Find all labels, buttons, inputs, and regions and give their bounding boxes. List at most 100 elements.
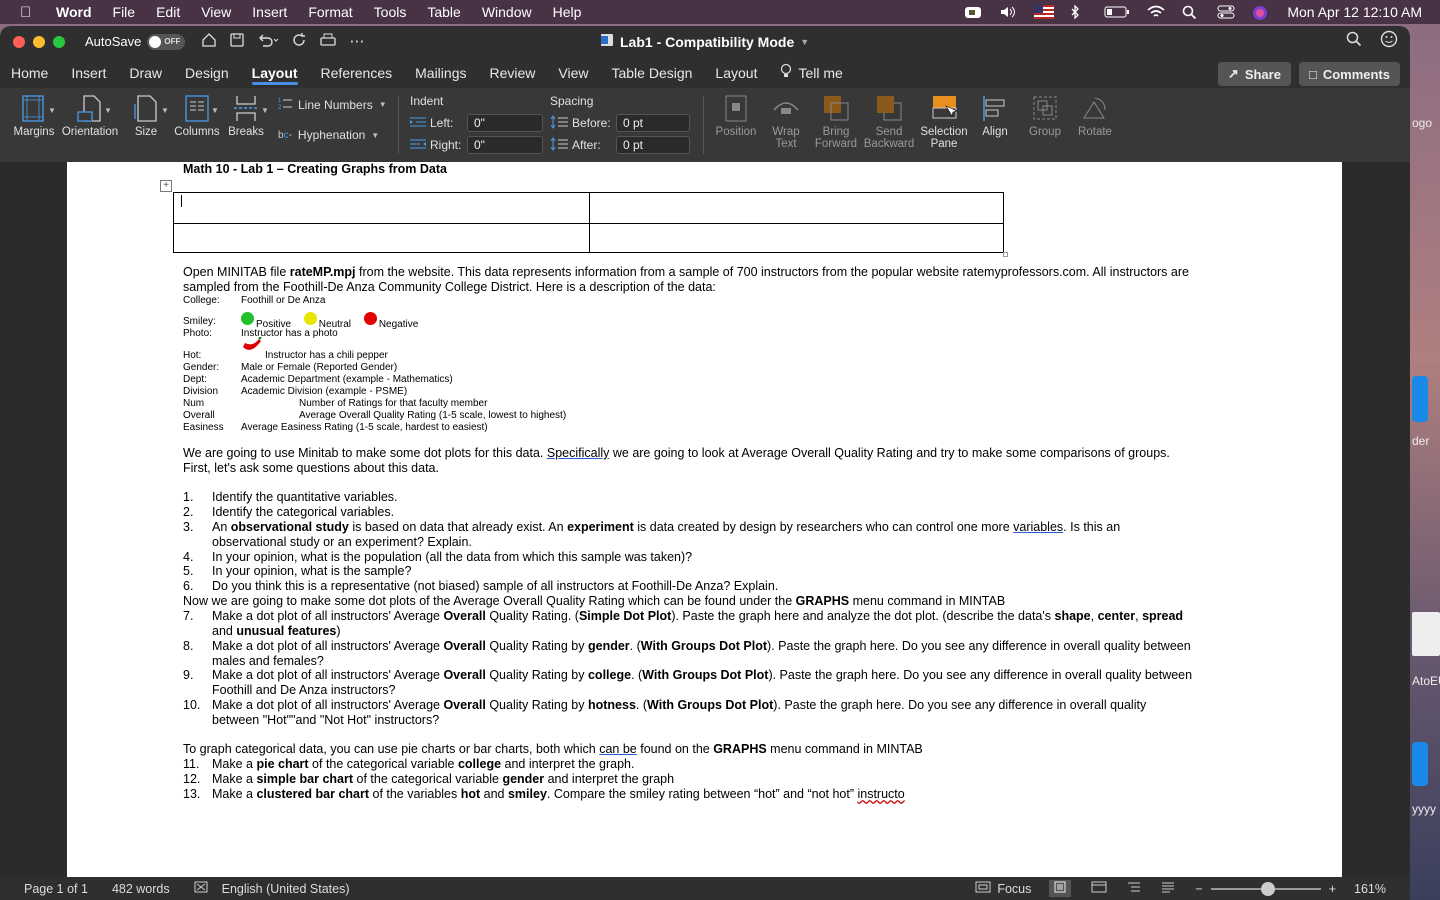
menu-file[interactable]: File bbox=[113, 4, 136, 20]
zoom-level[interactable]: 161% bbox=[1354, 882, 1386, 896]
tell-me[interactable]: Tell me bbox=[780, 57, 843, 88]
home-icon[interactable] bbox=[201, 32, 217, 52]
comments-button[interactable]: □ Comments bbox=[1298, 62, 1400, 86]
send-backward-button[interactable]: Send Backward bbox=[862, 94, 916, 150]
position-button[interactable]: Position bbox=[712, 94, 760, 138]
table-move-handle-icon[interactable]: + bbox=[160, 180, 172, 192]
focus-icon[interactable] bbox=[975, 881, 991, 896]
minimize-window-button[interactable] bbox=[33, 35, 45, 48]
margins-button[interactable]: Margins bbox=[12, 94, 56, 138]
desktop-thumbnail[interactable] bbox=[1412, 612, 1440, 656]
group-button[interactable]: Group bbox=[1024, 94, 1066, 138]
wifi-icon[interactable] bbox=[1147, 5, 1165, 19]
search-icon[interactable] bbox=[1346, 31, 1362, 52]
document-page[interactable]: Math 10 - Lab 1 – Creating Graphs from D… bbox=[67, 162, 1342, 877]
print-icon[interactable] bbox=[319, 32, 337, 52]
siri-icon[interactable] bbox=[1252, 5, 1270, 20]
tab-mailings[interactable]: Mailings bbox=[415, 57, 466, 88]
web-layout-icon[interactable] bbox=[1091, 881, 1107, 896]
draft-icon[interactable] bbox=[1161, 881, 1175, 896]
word-count[interactable]: 482 words bbox=[112, 882, 170, 896]
undo-icon[interactable] bbox=[257, 32, 279, 52]
tab-table-design[interactable]: Table Design bbox=[611, 57, 692, 88]
close-window-button[interactable] bbox=[13, 35, 25, 48]
hyphenation-button[interactable]: bc- Hyphenation ▼ bbox=[278, 128, 379, 142]
tab-layout[interactable]: Layout bbox=[251, 57, 298, 88]
apple-icon[interactable]:  bbox=[20, 4, 42, 21]
menubar-clock[interactable]: Mon Apr 12 12:10 AM bbox=[1287, 4, 1422, 20]
indent-right-input[interactable]: 0" bbox=[467, 136, 543, 154]
zoom-in-icon[interactable]: + bbox=[1329, 882, 1336, 896]
tab-references[interactable]: References bbox=[321, 57, 393, 88]
save-icon[interactable] bbox=[229, 32, 245, 52]
menu-help[interactable]: Help bbox=[553, 4, 582, 20]
desktop-label: yyyy bbox=[1412, 802, 1436, 816]
menu-table[interactable]: Table bbox=[427, 4, 460, 20]
redo-icon[interactable] bbox=[291, 32, 307, 52]
tab-insert[interactable]: Insert bbox=[71, 57, 106, 88]
page-count[interactable]: Page 1 of 1 bbox=[24, 882, 88, 896]
margins-caret-icon[interactable]: ▼ bbox=[48, 106, 56, 115]
align-button[interactable]: Align bbox=[974, 94, 1016, 138]
chevron-down-icon[interactable]: ▼ bbox=[800, 37, 809, 47]
bring-forward-button[interactable]: Bring Forward bbox=[812, 94, 860, 150]
menu-view[interactable]: View bbox=[201, 4, 231, 20]
proofing-icon[interactable] bbox=[194, 881, 210, 896]
focus-label[interactable]: Focus bbox=[997, 882, 1031, 896]
document-heading: Math 10 - Lab 1 – Creating Graphs from D… bbox=[183, 162, 447, 176]
desktop-item[interactable] bbox=[1412, 376, 1428, 422]
columns-button[interactable]: Columns bbox=[174, 94, 220, 138]
wrap-text-button[interactable]: Wrap Text bbox=[764, 94, 808, 150]
tab-table-layout[interactable]: Layout bbox=[715, 57, 757, 88]
tab-home[interactable]: Home bbox=[11, 57, 48, 88]
outline-icon[interactable] bbox=[1127, 881, 1141, 896]
menu-tools[interactable]: Tools bbox=[374, 4, 407, 20]
control-center-icon[interactable] bbox=[1217, 5, 1235, 19]
orientation-button[interactable]: Orientation bbox=[60, 94, 120, 138]
spacing-before-input[interactable]: 0 pt bbox=[616, 114, 690, 132]
header-table[interactable] bbox=[173, 192, 1004, 253]
volume-icon[interactable] bbox=[999, 5, 1017, 19]
menu-format[interactable]: Format bbox=[308, 4, 352, 20]
bring-forward-label: Bring Forward bbox=[814, 126, 858, 150]
share-button[interactable]: ↗ Share bbox=[1217, 62, 1291, 86]
table-resize-handle-icon[interactable] bbox=[1003, 252, 1008, 257]
us-flag-icon[interactable] bbox=[1034, 5, 1055, 19]
tab-draw[interactable]: Draw bbox=[129, 57, 162, 88]
menu-window[interactable]: Window bbox=[482, 4, 532, 20]
rotate-button[interactable]: Rotate bbox=[1074, 94, 1116, 138]
facetime-icon[interactable] bbox=[964, 5, 982, 19]
desktop-item[interactable] bbox=[1412, 742, 1428, 786]
indent-left-input[interactable]: 0" bbox=[467, 114, 543, 132]
orientation-caret-icon[interactable]: ▼ bbox=[104, 106, 112, 115]
size-button[interactable]: Size bbox=[128, 94, 164, 138]
spotlight-icon[interactable] bbox=[1182, 5, 1200, 20]
menu-app-word[interactable]: Word bbox=[56, 4, 92, 20]
menu-insert[interactable]: Insert bbox=[252, 4, 287, 20]
columns-caret-icon[interactable]: ▼ bbox=[211, 106, 219, 115]
tab-review[interactable]: Review bbox=[489, 57, 535, 88]
menu-edit[interactable]: Edit bbox=[156, 4, 180, 20]
tab-design[interactable]: Design bbox=[185, 57, 229, 88]
ribbon-separator bbox=[398, 96, 399, 154]
zoom-out-icon[interactable]: − bbox=[1195, 882, 1202, 896]
breaks-button[interactable]: Breaks bbox=[226, 94, 266, 138]
tab-view[interactable]: View bbox=[558, 57, 588, 88]
bluetooth-icon[interactable] bbox=[1069, 4, 1087, 20]
size-caret-icon[interactable]: ▼ bbox=[161, 106, 169, 115]
zoom-window-button[interactable] bbox=[53, 35, 65, 48]
selection-pane-button[interactable]: Selection Pane bbox=[918, 94, 970, 150]
autosave-toggle[interactable]: OFF bbox=[147, 33, 186, 50]
more-icon[interactable]: ⋯ bbox=[349, 32, 365, 52]
breaks-caret-icon[interactable]: ▼ bbox=[261, 106, 269, 115]
breaks-icon bbox=[232, 94, 260, 122]
print-layout-icon[interactable] bbox=[1049, 880, 1072, 897]
document-title[interactable]: Lab1 - Compatibility Mode bbox=[620, 34, 794, 50]
battery-icon[interactable] bbox=[1104, 5, 1130, 19]
feedback-smiley-icon[interactable] bbox=[1380, 30, 1398, 53]
language[interactable]: English (United States) bbox=[222, 882, 350, 896]
spacing-after-input[interactable]: 0 pt bbox=[616, 136, 690, 154]
line-numbers-button[interactable]: 12 Line Numbers ▼ bbox=[278, 96, 387, 113]
zoom-slider[interactable] bbox=[1210, 881, 1321, 896]
indent-left-icon bbox=[410, 116, 426, 131]
